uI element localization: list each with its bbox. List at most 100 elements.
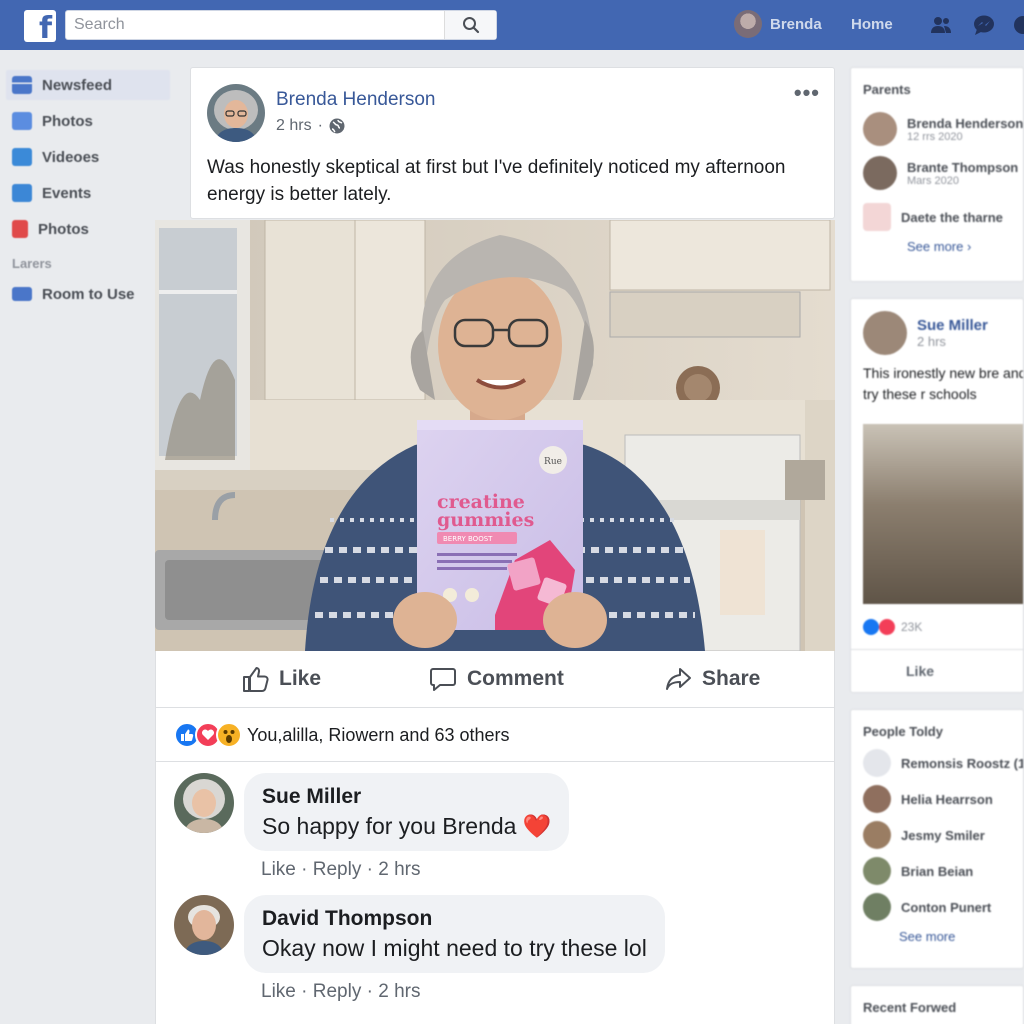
card-heading: People Toldy bbox=[863, 724, 943, 739]
mini-post-author[interactable]: Sue Miller bbox=[917, 317, 988, 334]
nav-item-label: Photos bbox=[38, 220, 89, 238]
post-photo[interactable]: Rue creatine gummies BERRY BOOST bbox=[155, 220, 835, 651]
comment-like-link[interactable]: Like bbox=[261, 859, 296, 880]
photos-icon bbox=[12, 112, 32, 130]
avatar[interactable] bbox=[174, 773, 234, 833]
divider bbox=[851, 649, 1023, 650]
comment-bubble: David Thompson Okay now I might need to … bbox=[244, 895, 665, 973]
people-card: People Toldy Remonsis Roostz (1) Helia H… bbox=[850, 709, 1024, 969]
post-actions-bar: Like Comment Share bbox=[156, 651, 834, 708]
calendar-icon bbox=[863, 203, 891, 231]
comment-label: Comment bbox=[467, 667, 564, 690]
nav-item-label: Events bbox=[42, 184, 92, 202]
left-sidebar: Newsfeed Photos Videoes Events Photos La… bbox=[0, 70, 180, 315]
nav-section-heading: Larers bbox=[12, 256, 52, 271]
list-item[interactable]: Remonsis Roostz (1) bbox=[851, 745, 1023, 781]
room-icon bbox=[12, 287, 32, 301]
search-button[interactable] bbox=[444, 11, 496, 39]
avatar bbox=[863, 749, 891, 777]
list-item-name: Daete the tharne bbox=[901, 209, 1003, 225]
share-button[interactable]: Share bbox=[664, 665, 760, 693]
avatar[interactable] bbox=[174, 895, 234, 955]
facebook-logo-icon[interactable]: f bbox=[24, 10, 56, 42]
nav-item-room[interactable]: Room to Use bbox=[0, 279, 180, 309]
friends-icon[interactable] bbox=[930, 15, 952, 35]
home-link[interactable]: Home bbox=[851, 16, 893, 33]
post-text: Was honestly skeptical at first but I've… bbox=[207, 157, 786, 205]
avatar bbox=[863, 112, 897, 146]
share-label: Share bbox=[702, 667, 761, 690]
separator-dot: · bbox=[317, 117, 323, 134]
wow-reaction-icon bbox=[216, 722, 242, 748]
see-more-link[interactable]: See more bbox=[851, 929, 1023, 944]
recent-card: Recent Forwed bbox=[850, 985, 1024, 1024]
list-item-name: Jesmy Smiler bbox=[901, 827, 985, 843]
search-box bbox=[65, 10, 497, 40]
post-timestamp[interactable]: 2 hrs bbox=[276, 117, 312, 135]
comment-time[interactable]: 2 hrs bbox=[378, 981, 420, 1002]
mini-post-photo[interactable] bbox=[863, 424, 1023, 604]
comment-footer: Like · Reply · 2 hrs bbox=[261, 859, 421, 880]
list-item-name: Conton Punert bbox=[901, 899, 992, 915]
comment-icon bbox=[430, 668, 456, 691]
see-more-link[interactable]: See more › bbox=[851, 239, 1023, 254]
comment-author[interactable]: Sue Miller bbox=[262, 783, 551, 811]
comment-time[interactable]: 2 hrs bbox=[378, 859, 420, 880]
list-item[interactable]: Jesmy Smiler bbox=[851, 817, 1023, 853]
list-item[interactable]: Helia Hearrson bbox=[851, 781, 1023, 817]
notifications-icon[interactable] bbox=[1012, 15, 1024, 35]
avatar[interactable] bbox=[207, 84, 265, 142]
like-label: Like bbox=[279, 667, 322, 690]
reactions-summary[interactable]: You,alilla, Riowern and 63 others bbox=[174, 722, 510, 748]
globe-icon bbox=[329, 118, 345, 134]
profile-link[interactable]: Brenda bbox=[734, 10, 822, 38]
nav-item-newsfeed[interactable]: Newsfeed bbox=[6, 70, 170, 100]
comment-reply-link[interactable]: Reply bbox=[313, 859, 362, 880]
post-meta: 2 hrs · bbox=[276, 117, 345, 135]
comment-footer: Like · Reply · 2 hrs bbox=[261, 981, 421, 1002]
avatar[interactable] bbox=[863, 311, 907, 355]
post-author-name[interactable]: Brenda Henderson bbox=[276, 89, 436, 111]
post-options-icon[interactable]: ••• bbox=[794, 80, 820, 106]
product-tag: BERRY BOOST bbox=[443, 535, 493, 543]
nav-item-label: Newsfeed bbox=[42, 76, 113, 94]
avatar bbox=[863, 821, 891, 849]
post-card: Brenda Henderson 2 hrs · ••• Was honestl… bbox=[190, 67, 835, 219]
video-icon bbox=[12, 148, 32, 166]
list-item-name: Remonsis Roostz (1) bbox=[901, 755, 1024, 771]
comment-button[interactable]: Comment bbox=[429, 665, 564, 693]
nav-item-videos[interactable]: Videoes bbox=[0, 142, 180, 172]
list-item[interactable]: Brenda Henderson 12 rrs 2020 bbox=[851, 107, 1023, 151]
product-badge-text: Rue bbox=[544, 457, 562, 467]
divider bbox=[156, 761, 834, 762]
nav-item-photos[interactable]: Photos bbox=[0, 106, 180, 136]
mini-post-text: This ironestly new bre and try these r s… bbox=[863, 365, 1024, 402]
avatar bbox=[863, 156, 897, 190]
nav-item-photos-2[interactable]: Photos bbox=[0, 214, 180, 244]
list-item[interactable]: Brian Beian bbox=[851, 853, 1023, 889]
mini-post-like-label: Like bbox=[906, 663, 935, 679]
list-item[interactable]: Daete the tharne bbox=[851, 195, 1023, 239]
mini-post-like-button[interactable]: Like bbox=[906, 663, 934, 679]
list-item-name: Brian Beian bbox=[901, 863, 974, 879]
top-bar: f Brenda Home bbox=[0, 0, 1024, 50]
comment-reply-link[interactable]: Reply bbox=[313, 981, 362, 1002]
list-item[interactable]: Brante Thompson Mars 2020 bbox=[851, 151, 1023, 195]
comment-author[interactable]: David Thompson bbox=[262, 905, 647, 933]
avatar bbox=[863, 785, 891, 813]
search-input[interactable] bbox=[66, 11, 446, 39]
avatar bbox=[734, 10, 762, 38]
list-item[interactable]: Conton Punert bbox=[851, 889, 1023, 925]
flag-icon bbox=[12, 220, 28, 238]
like-button[interactable]: Like bbox=[241, 665, 321, 693]
comment-text: So happy for you Brenda ❤️ bbox=[262, 813, 552, 839]
list-item-name: Brante Thompson bbox=[907, 159, 1019, 175]
messenger-icon[interactable] bbox=[973, 15, 995, 35]
card-heading: Parents bbox=[863, 82, 911, 97]
product-title-line2: gummies bbox=[437, 509, 534, 531]
mini-post-reactions[interactable]: 23K bbox=[863, 619, 922, 635]
nav-item-events[interactable]: Events bbox=[0, 178, 180, 208]
love-reaction-icon bbox=[879, 619, 895, 635]
comment-like-link[interactable]: Like bbox=[261, 981, 296, 1002]
nav-item-label: Room to Use bbox=[42, 285, 135, 303]
